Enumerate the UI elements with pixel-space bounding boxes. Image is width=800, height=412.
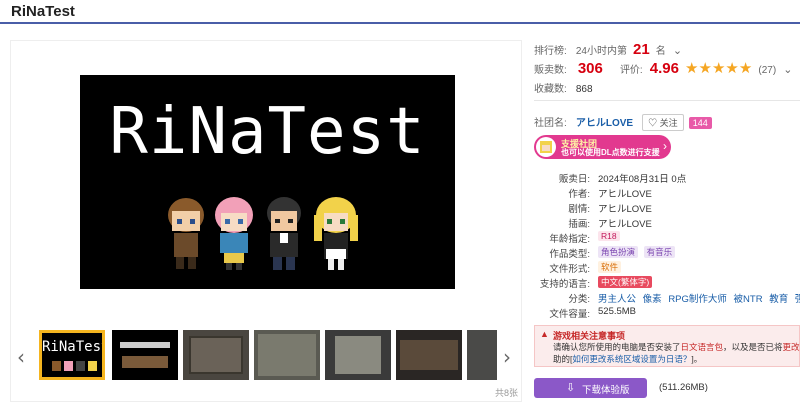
spec-label: 支持的语言: xyxy=(539,279,590,290)
image-gallery: RiNaTest ‹ RiNaTest › 共8张 xyxy=(10,40,522,402)
ranking-label: 排行榜: xyxy=(534,46,567,57)
divider xyxy=(534,100,800,101)
circle-label: 社团名: xyxy=(534,118,567,129)
character-sprite-3 xyxy=(267,197,301,270)
thumbnail-sprites xyxy=(52,361,97,371)
notice-highlight: 日文语言包 xyxy=(680,342,724,352)
chevron-down-icon[interactable]: ⌄ xyxy=(673,45,682,57)
rating-label: 评价: xyxy=(619,65,643,76)
sales-value: 306 xyxy=(577,60,603,77)
spec-label: 年龄指定: xyxy=(549,234,590,245)
spec-label: 文件形式: xyxy=(549,264,590,275)
circle-row: 社团名: アヒルLOVE ♡ 关注 144 xyxy=(534,114,712,131)
favorites-label: 收藏数: xyxy=(534,84,567,95)
notice-text: ]。 xyxy=(691,354,703,364)
follow-label: 关注 xyxy=(659,118,678,128)
chevron-right-icon: › xyxy=(663,139,667,153)
sales-label: 贩卖数: xyxy=(534,65,567,76)
support-circle-button[interactable]: 支援社团 也可以使用DL点数进行支援 › xyxy=(534,135,671,159)
notice-highlight: 更改系统 xyxy=(782,342,800,352)
rating-count[interactable]: (27) xyxy=(758,65,776,76)
author-link[interactable]: アヒルLOVE xyxy=(598,186,652,200)
character-sprite-1 xyxy=(168,198,204,269)
heart-icon: ♡ xyxy=(648,118,658,128)
image-count: 共8张 xyxy=(494,388,518,398)
notice-text: ，以及是否已将 xyxy=(723,342,783,352)
thumbnail-2-sprites xyxy=(122,356,168,368)
download-label: 下载体验版 xyxy=(582,385,630,396)
thumbnail-4-map xyxy=(258,334,316,376)
thumbnail-strip: ‹ RiNaTest › xyxy=(11,327,523,385)
spec-label: 插画: xyxy=(568,219,590,230)
favorites-row: 收藏数: 868 xyxy=(534,80,593,95)
type-tag[interactable]: 角色扮演 xyxy=(598,246,639,258)
star-icon: ★★★★★ xyxy=(685,60,753,77)
spec-label: 作者: xyxy=(568,189,590,200)
genre-link[interactable]: 强X xyxy=(795,294,800,305)
main-image[interactable]: RiNaTest xyxy=(80,75,455,289)
favorites-value: 868 xyxy=(575,84,593,95)
circle-avatar xyxy=(536,137,556,157)
prev-arrow-icon[interactable]: ‹ xyxy=(17,345,25,369)
notice-line-1: 请确认您所使用的电脑是否安装了日文语言包，以及是否已将更改系统 xyxy=(553,341,800,353)
thumbnail-6[interactable] xyxy=(396,330,462,380)
age-badge[interactable]: R18 xyxy=(598,231,620,241)
rating-value: 4.96 xyxy=(649,60,679,77)
thumbnail-1[interactable]: RiNaTest xyxy=(39,330,105,380)
character-sprite-2 xyxy=(215,197,253,270)
notice-text: 助的[ xyxy=(553,354,573,364)
chevron-down-icon[interactable]: ⌄ xyxy=(783,64,792,76)
warning-icon: ▲ xyxy=(540,329,549,339)
format-tag[interactable]: 软件 xyxy=(598,261,622,273)
title-divider xyxy=(0,22,800,24)
file-size: 525.5MB xyxy=(598,306,637,317)
ranking-number: 21 xyxy=(633,41,650,58)
release-date-link[interactable]: 2024年08月31日 0点 xyxy=(598,171,686,185)
thumbnail-6-map xyxy=(400,340,458,370)
thumbnail-2-title-bar xyxy=(120,342,170,348)
download-trial-button[interactable]: ⇩ 下载体验版 xyxy=(534,378,647,398)
follower-count: 144 xyxy=(688,117,712,129)
scenario-link[interactable]: アヒルLOVE xyxy=(598,201,652,215)
notice-line-2: 助的[如何更改系统区域设置为日语？]。 xyxy=(553,353,702,365)
ranking-unit: 名 xyxy=(655,46,666,57)
thumbnail-title: RiNaTest xyxy=(42,339,105,355)
follow-button[interactable]: ♡ 关注 xyxy=(642,114,684,131)
thumbnail-3[interactable] xyxy=(183,330,249,380)
illust-link[interactable]: アヒルLOVE xyxy=(598,216,652,230)
spec-label: 剧情: xyxy=(568,204,590,215)
genre-link[interactable]: 教育 xyxy=(769,294,788,305)
ranking-period: 24小时内第 xyxy=(575,46,627,57)
type-tag[interactable]: 有音乐 xyxy=(643,246,676,258)
genre-link[interactable]: 像素 xyxy=(643,294,662,305)
notice-text: 请确认您所使用的电脑是否安装了 xyxy=(553,342,681,352)
main-image-title: RiNaTest xyxy=(109,95,426,169)
thumbnail-7[interactable] xyxy=(467,330,497,380)
ranking-row: 排行榜: 24小时内第 21 名 ⌄ xyxy=(534,41,682,58)
language-tag[interactable]: 中文(繁体字) xyxy=(598,276,653,288)
genre-link[interactable]: 男主人公 xyxy=(598,294,636,305)
spec-label: 作品类型: xyxy=(549,249,590,260)
character-sprite-4 xyxy=(314,197,358,270)
thumbnail-5-map xyxy=(335,336,381,374)
page-title: RiNaTest xyxy=(11,3,75,20)
thumbnail-2[interactable] xyxy=(112,330,178,380)
genre-link[interactable]: 被NTR xyxy=(734,294,763,305)
sales-row: 贩卖数: 306 评价: 4.96 ★★★★★ (27) ⌄ xyxy=(534,59,792,77)
support-subtitle: 也可以使用DL点数进行支援 xyxy=(561,148,660,157)
genre-link[interactable]: RPG制作大师 xyxy=(668,294,727,305)
download-size: (511.26MB) xyxy=(659,382,708,393)
notice-box: ▲ 游戏相关注意事项 请确认您所使用的电脑是否安装了日文语言包，以及是否已将更改… xyxy=(534,325,800,367)
circle-name-link[interactable]: アヒルLOVE xyxy=(576,118,633,129)
cloud-download-icon: ⇩ xyxy=(566,382,576,394)
thumbnail-5[interactable] xyxy=(325,330,391,380)
thumbnail-3-map xyxy=(189,336,243,374)
thumbnail-4[interactable] xyxy=(254,330,320,380)
locale-help-link[interactable]: 如何更改系统区域设置为日语？ xyxy=(572,354,691,364)
spec-label: 分类: xyxy=(568,294,590,305)
next-arrow-icon[interactable]: › xyxy=(503,345,511,369)
spec-label: 文件容量: xyxy=(549,309,590,320)
circle-avatar-image xyxy=(540,141,552,153)
spec-label: 贩卖日: xyxy=(558,174,590,185)
